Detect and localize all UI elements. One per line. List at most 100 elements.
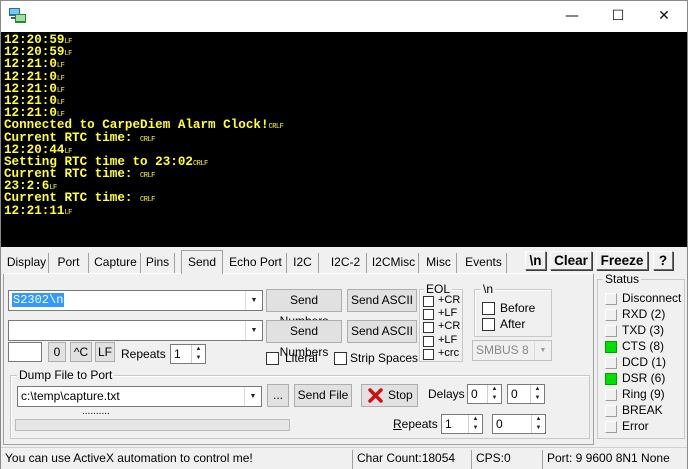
tab-i2cmisc[interactable]: I2CMisc (369, 253, 419, 273)
dump-repeats-spinner-2[interactable]: 0 ▲ ▼ (492, 414, 546, 434)
send-ascii-button-1[interactable]: Send ASCII (347, 289, 417, 312)
status-line-label: Ring (9) (622, 387, 665, 401)
app-window: — ☐ ✕ 12:20:59LF 12:20:59LF 12:21:0LF 12:21… (0, 0, 688, 469)
title-bar: — ☐ ✕ (1, 1, 687, 32)
literal-label: Literal (285, 351, 318, 365)
literal-checkbox[interactable] (266, 352, 279, 365)
freeze-button[interactable]: Freeze (596, 251, 648, 270)
status-line-label: CTS (8) (622, 339, 664, 353)
status-led-indicator (605, 405, 617, 417)
stop-label: Stop (388, 388, 413, 402)
eol-option-label: +CR (438, 320, 461, 333)
send-input-2[interactable]: ▼ (8, 320, 263, 341)
dropdown-arrow-icon[interactable]: ▼ (245, 321, 262, 340)
repeats-spinner[interactable]: 1 ▲ ▼ (170, 344, 206, 364)
control-char-marker: CRLF (140, 135, 155, 144)
status-line-label: Error (622, 419, 649, 433)
stop-button[interactable]: Stop (361, 384, 418, 407)
tab-display[interactable]: Display (5, 253, 49, 273)
newline-toggle-button[interactable]: \n (525, 251, 546, 270)
send-numbers-button-2[interactable]: Send Numbers (266, 320, 342, 359)
dropdown-arrow-icon: ▼ (534, 341, 551, 360)
dropdown-arrow-icon[interactable]: ▼ (245, 291, 262, 310)
terminal-output[interactable]: 12:20:59LF 12:20:59LF 12:21:0LF 12:21:0LF 12… (1, 32, 687, 247)
control-char-marker: CRLF (268, 123, 284, 132)
spinner-arrows-icon[interactable]: ▲ ▼ (530, 385, 544, 403)
terminal-line: 12:21:11LF (4, 203, 687, 218)
dump-file-path[interactable]: c:\temp\capture.txt ▼ (17, 386, 262, 407)
status-led-indicator (605, 389, 617, 401)
send-numbers-button-1[interactable]: Send Numbers (266, 289, 342, 328)
send-file-button[interactable]: Send File (294, 384, 352, 407)
zero-button[interactable]: 0 (48, 342, 66, 362)
terminal-line: Current RTC time: CRLF (4, 192, 687, 205)
spinner-arrows-icon[interactable]: ▲ ▼ (531, 415, 545, 433)
eol-checkbox[interactable] (423, 348, 434, 360)
status-led-indicator (605, 421, 617, 433)
smbus-select[interactable]: SMBUS 8 ▼ (472, 340, 552, 361)
delay-1-value: 0 (471, 387, 478, 401)
before-checkbox[interactable] (482, 302, 495, 315)
eol-checkbox[interactable] (423, 322, 434, 334)
delay-spinner-2[interactable]: 0 ▲ ▼ (507, 384, 545, 404)
close-button[interactable]: ✕ (641, 1, 687, 32)
tab-pins[interactable]: Pins (141, 253, 175, 273)
tab-capture[interactable]: Capture (91, 253, 141, 273)
maximize-button[interactable]: ☐ (595, 1, 641, 32)
repeats-value: 1 (174, 347, 181, 361)
status-group: Status Disconnect RXD (2) TXD (3) CTS (8) DC… (597, 272, 685, 439)
delays-label: Delays (428, 387, 465, 401)
strip-spaces-label: Strip Spaces (350, 351, 419, 365)
status-line-label: DSR (6) (622, 371, 666, 385)
clear-button[interactable]: Clear (550, 251, 592, 270)
dropdown-arrow-icon[interactable]: ▼ (244, 387, 261, 406)
dump-repeats-value: 1 (445, 417, 452, 431)
terminal-line: 12:21:0LF (4, 82, 687, 95)
tab-misc[interactable]: Misc (421, 253, 457, 273)
before-label: Before (500, 301, 536, 315)
tab-events[interactable]: Events (461, 253, 507, 273)
browse-button[interactable]: ... (267, 384, 289, 407)
terminal-line: 12:21:0LF (4, 58, 687, 71)
progress-dots: .......... (82, 406, 110, 417)
stop-x-icon (368, 388, 383, 403)
eol-checkbox[interactable] (423, 309, 434, 321)
eol-checkbox[interactable] (423, 296, 434, 307)
dump-progress-bar (15, 419, 290, 431)
tab-port[interactable]: Port (49, 253, 89, 273)
terminal-line: 12:20:59LF (4, 46, 687, 59)
spinner-arrows-icon[interactable]: ▲ ▼ (487, 385, 501, 403)
status-title: Status (603, 272, 642, 286)
minimize-button[interactable]: — (549, 1, 595, 32)
byte-value-field[interactable] (8, 342, 42, 362)
help-button[interactable]: ? (653, 251, 673, 270)
status-line-label: TXD (3) (622, 323, 664, 337)
control-char-marker: LF (56, 86, 65, 95)
spinner-arrows-icon[interactable]: ▲ ▼ (468, 415, 482, 433)
terminal-line: Current RTC time: CRLF (4, 131, 687, 144)
tab-i2c-2[interactable]: I2C-2 (325, 253, 367, 273)
delay-spinner-1[interactable]: 0 ▲ ▼ (467, 384, 502, 404)
lf-button[interactable]: LF (95, 342, 115, 362)
control-char-marker: LF (56, 74, 65, 83)
control-char-marker: LF (56, 98, 65, 107)
tab-echo-port[interactable]: Echo Port (225, 253, 287, 273)
spinner-arrows-icon[interactable]: ▲ ▼ (191, 345, 205, 363)
control-char-marker: CRLF (192, 159, 208, 168)
strip-spaces-checkbox[interactable] (334, 352, 347, 365)
after-checkbox[interactable] (482, 318, 495, 331)
dump-repeats-spinner[interactable]: 1 ▲ ▼ (441, 414, 483, 434)
send-input-1[interactable]: S2302\n ▼ (8, 290, 263, 311)
dump-repeats-2-value: 0 (496, 417, 503, 431)
status-led-indicator (605, 373, 617, 385)
tab-i2c[interactable]: I2C (287, 253, 319, 273)
tab-send[interactable]: Send (181, 250, 223, 274)
send-ascii-button-2[interactable]: Send ASCII (347, 320, 417, 343)
eol-checkbox[interactable] (423, 335, 434, 347)
terminal-line-text: 12:21:11 (4, 203, 65, 218)
char-count: Char Count:18054 (352, 450, 470, 469)
eol-option-label: +LF (438, 333, 458, 346)
ctrl-c-button[interactable]: ^C (70, 342, 92, 362)
dump-file-path-value: c:\temp\capture.txt (21, 389, 120, 403)
eol-option-label: +CR (438, 294, 461, 306)
